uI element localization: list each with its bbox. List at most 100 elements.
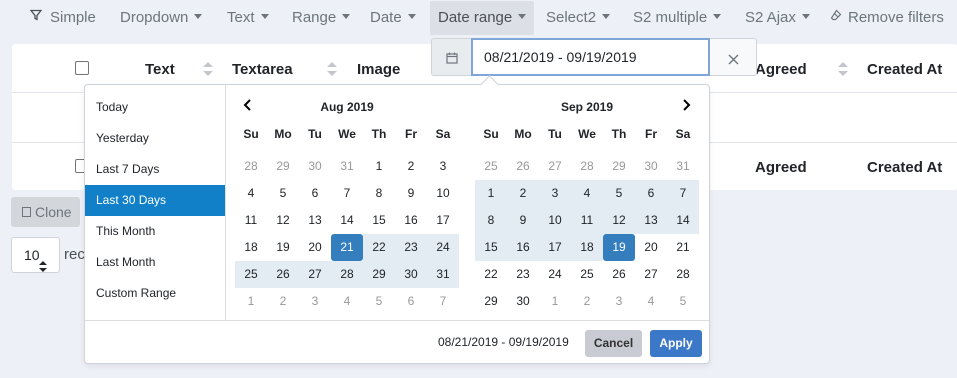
calendar-day[interactable]: 3 [603, 288, 635, 315]
calendar-day[interactable]: 27 [539, 153, 571, 180]
calendar-day[interactable]: 11 [571, 207, 603, 234]
calendar-day[interactable]: 31 [427, 261, 459, 288]
calendar-day[interactable]: 11 [235, 207, 267, 234]
calendar-day[interactable]: 4 [235, 180, 267, 207]
calendar-day[interactable]: 30 [507, 288, 539, 315]
calendar-day[interactable]: 29 [363, 261, 395, 288]
calendar-day[interactable]: 23 [507, 261, 539, 288]
calendar-day[interactable]: 18 [571, 234, 603, 261]
calendar-day[interactable]: 26 [603, 261, 635, 288]
date-range-input[interactable]: 08/21/2019 - 09/19/2019 [471, 38, 710, 76]
calendar-day[interactable]: 5 [667, 288, 699, 315]
sort-icon[interactable] [327, 62, 337, 76]
calendar-day[interactable]: 18 [235, 234, 267, 261]
range-option[interactable]: Last 7 Days [85, 154, 225, 185]
calendar-day[interactable]: 28 [331, 261, 363, 288]
calendar-day[interactable]: 27 [299, 261, 331, 288]
calendar-day[interactable]: 2 [267, 288, 299, 315]
header-textarea[interactable]: Textarea [232, 61, 293, 78]
calendar-day[interactable]: 9 [507, 207, 539, 234]
calendar-day[interactable]: 8 [475, 207, 507, 234]
calendar-day[interactable]: 6 [299, 180, 331, 207]
calendar-day[interactable]: 10 [539, 207, 571, 234]
filter-text[interactable]: Text [227, 1, 269, 35]
calendar-day[interactable]: 2 [571, 288, 603, 315]
header-created-at[interactable]: Created At [867, 61, 942, 78]
calendar-day[interactable]: 14 [667, 207, 699, 234]
calendar-day[interactable]: 2 [395, 153, 427, 180]
calendar-day[interactable]: 14 [331, 207, 363, 234]
calendar-day[interactable]: 12 [603, 207, 635, 234]
calendar-day[interactable]: 7 [331, 180, 363, 207]
calendar-day[interactable]: 17 [427, 207, 459, 234]
remove-filters-button[interactable]: Remove filters [830, 1, 944, 35]
calendar-day[interactable]: 26 [267, 261, 299, 288]
apply-button[interactable]: Apply [650, 330, 702, 357]
filter-date[interactable]: Date [370, 1, 416, 35]
prev-month-icon[interactable] [238, 97, 258, 117]
calendar-day[interactable]: 31 [331, 153, 363, 180]
calendar-day[interactable]: 24 [427, 234, 459, 261]
filter-select2[interactable]: Select2 [546, 1, 611, 35]
calendar-day[interactable]: 19 [267, 234, 299, 261]
calendar-day[interactable]: 28 [667, 261, 699, 288]
calendar-day[interactable]: 24 [539, 261, 571, 288]
calendar-day[interactable]: 5 [603, 180, 635, 207]
calendar-day[interactable]: 5 [267, 180, 299, 207]
calendar-day[interactable]: 3 [427, 153, 459, 180]
range-option[interactable]: Yesterday [85, 123, 225, 154]
calendar-day[interactable]: 30 [635, 153, 667, 180]
header-image[interactable]: Image [357, 61, 400, 78]
calendar-day[interactable]: 4 [635, 288, 667, 315]
clone-button[interactable]: Clone [11, 197, 80, 227]
calendar-day[interactable]: 1 [363, 153, 395, 180]
clear-date-button[interactable] [710, 38, 757, 76]
header-text[interactable]: Text [145, 61, 175, 78]
calendar-day[interactable]: 29 [475, 288, 507, 315]
calendar-day[interactable]: 29 [267, 153, 299, 180]
calendar-day[interactable]: 15 [363, 207, 395, 234]
header-agreed[interactable]: Agreed [755, 61, 807, 78]
calendar-day[interactable]: 30 [395, 261, 427, 288]
range-option[interactable]: Last 30 Days [85, 185, 225, 216]
range-option[interactable]: This Month [85, 216, 225, 247]
calendar-day[interactable]: 3 [539, 180, 571, 207]
calendar-day[interactable]: 3 [299, 288, 331, 315]
calendar-day[interactable]: 22 [363, 234, 395, 261]
calendar-day[interactable]: 5 [363, 288, 395, 315]
calendar-day[interactable]: 1 [539, 288, 571, 315]
calendar-day[interactable]: 30 [299, 153, 331, 180]
sort-icon[interactable] [203, 62, 213, 76]
calendar-day[interactable]: 25 [475, 153, 507, 180]
calendar-day[interactable]: 20 [635, 234, 667, 261]
calendar-day[interactable]: 13 [635, 207, 667, 234]
calendar-day[interactable]: 20 [299, 234, 331, 261]
calendar-day[interactable]: 28 [571, 153, 603, 180]
calendar-day[interactable]: 8 [363, 180, 395, 207]
calendar-day[interactable]: 22 [475, 261, 507, 288]
calendar-day[interactable]: 26 [507, 153, 539, 180]
calendar-day[interactable]: 1 [475, 180, 507, 207]
calendar-day[interactable]: 4 [331, 288, 363, 315]
range-option[interactable]: Last Month [85, 247, 225, 278]
filter-simple[interactable]: Simple [29, 1, 96, 35]
calendar-day[interactable]: 17 [539, 234, 571, 261]
per-page-select[interactable]: 10 [11, 237, 60, 273]
calendar-day[interactable]: 28 [235, 153, 267, 180]
next-month-icon[interactable] [676, 97, 696, 117]
range-option[interactable]: Today [85, 92, 225, 123]
calendar-day[interactable]: 9 [395, 180, 427, 207]
calendar-day[interactable]: 4 [571, 180, 603, 207]
calendar-day[interactable]: 10 [427, 180, 459, 207]
calendar-day[interactable]: 12 [267, 207, 299, 234]
calendar-day[interactable]: 19 [603, 234, 635, 261]
calendar-day[interactable]: 21 [331, 234, 363, 261]
calendar-day[interactable]: 16 [507, 234, 539, 261]
calendar-day[interactable]: 1 [235, 288, 267, 315]
range-option[interactable]: Custom Range [85, 278, 225, 309]
select-all-checkbox[interactable] [75, 61, 89, 75]
calendar-day[interactable]: 6 [635, 180, 667, 207]
calendar-day[interactable]: 2 [507, 180, 539, 207]
filter-s2-ajax[interactable]: S2 Ajax [745, 1, 810, 35]
calendar-day[interactable]: 15 [475, 234, 507, 261]
